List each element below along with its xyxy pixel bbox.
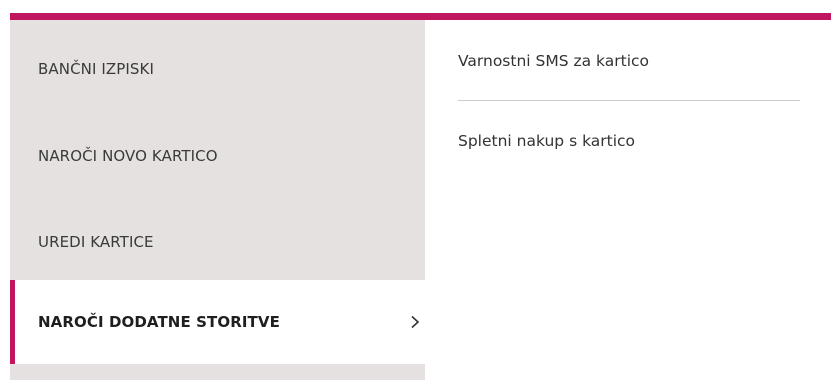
submenu-panel: Varnostni SMS za kartico Spletni nakup s… <box>425 20 831 380</box>
sidebar-item-label: NAROČI DODATNE STORITVE <box>38 313 280 331</box>
submenu-link-security-sms[interactable]: Varnostni SMS za kartico <box>458 52 649 70</box>
accent-top-bar <box>10 13 831 20</box>
left-margin <box>0 13 10 380</box>
sidebar-item-order-additional-services[interactable]: NAROČI DODATNE STORITVE <box>10 280 425 364</box>
sidebar-item-label: NAROČI NOVO KARTICO <box>38 147 218 165</box>
chevron-right-icon <box>405 312 425 332</box>
sidebar-item-bank-statements[interactable]: BANČNI IZPISKI <box>10 26 425 112</box>
sidebar-menu: BANČNI IZPISKI NAROČI NOVO KARTICO UREDI… <box>10 20 425 380</box>
sidebar-item-order-new-card[interactable]: NAROČI NOVO KARTICO <box>10 113 425 199</box>
sidebar-bottom-strip <box>10 364 425 380</box>
divider <box>458 100 800 101</box>
sidebar-item-label: BANČNI IZPISKI <box>38 60 155 78</box>
submenu-link-online-card-purchase[interactable]: Spletni nakup s kartico <box>458 132 635 150</box>
sidebar-item-edit-cards[interactable]: UREDI KARTICE <box>10 199 425 285</box>
sidebar-item-label: UREDI KARTICE <box>38 233 154 251</box>
